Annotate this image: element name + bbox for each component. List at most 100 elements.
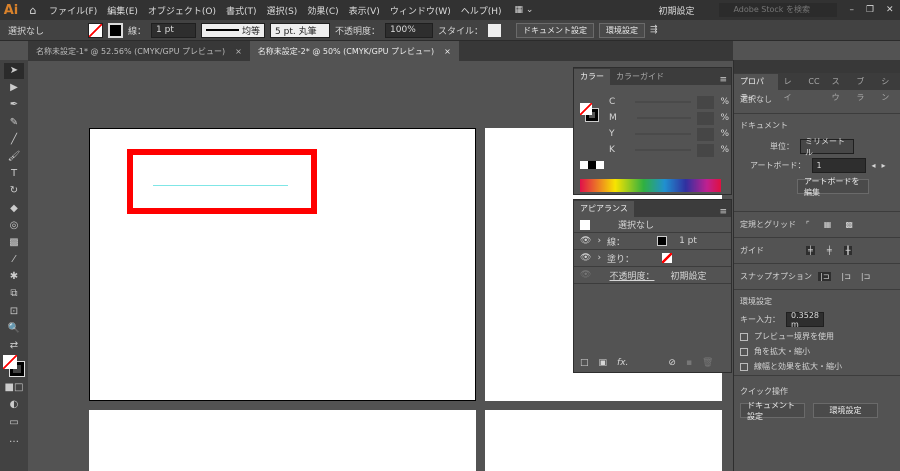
expand-icon[interactable]: › (597, 236, 601, 246)
prev-artboard-icon[interactable]: ◂ (872, 161, 876, 170)
type-tool-icon[interactable]: T (4, 166, 24, 182)
show-guides-icon[interactable]: ╪ (806, 246, 815, 255)
zoom-tool-icon[interactable]: 🔍 (4, 321, 24, 337)
style-swatch[interactable] (488, 23, 502, 37)
fill-stroke-swatch[interactable] (580, 103, 599, 122)
draw-mode-icon[interactable]: ◐ (4, 397, 24, 413)
clear-appearance-icon[interactable]: ⊘ (668, 358, 676, 368)
m-slider[interactable] (636, 117, 692, 119)
grid-icon[interactable]: ▦ (824, 220, 832, 229)
shape-builder-tool-icon[interactable]: ◎ (4, 218, 24, 234)
c-input[interactable] (696, 95, 715, 109)
puppet-warp-tool-icon[interactable]: ✱ (4, 269, 24, 285)
menu-select[interactable]: 選択(S) (262, 4, 303, 17)
arrange-documents-icon[interactable]: ▦ ⌄ (515, 5, 534, 15)
panel-menu-icon[interactable]: ≡ (715, 75, 731, 85)
smart-guides-icon[interactable]: ╫ (843, 246, 853, 255)
menu-effect[interactable]: 効果(C) (302, 4, 343, 17)
screen-mode-icon[interactable]: ▭ (4, 415, 24, 431)
close-button[interactable]: ✕ (886, 5, 894, 15)
tab-color[interactable]: カラー (574, 69, 610, 85)
stroke-profile-select[interactable]: 均等 (201, 22, 266, 38)
checkbox[interactable] (740, 332, 748, 341)
direct-selection-tool-icon[interactable]: ▶ (4, 80, 24, 96)
menu-file[interactable]: ファイル(F) (44, 4, 102, 17)
stroke-weight-value[interactable]: 1 pt (679, 236, 697, 246)
next-artboard-icon[interactable]: ▸ (882, 161, 886, 170)
checkbox[interactable] (740, 362, 748, 371)
color-mode-icons[interactable]: ■□ (4, 380, 24, 396)
stroke-swatch[interactable] (108, 22, 123, 38)
eyedropper-tool-icon[interactable]: ⁄ (4, 252, 24, 268)
preferences-button[interactable]: 環境設定 (599, 22, 646, 38)
search-input[interactable]: Adobe Stock を検索 (719, 3, 838, 17)
artboard-3[interactable] (89, 410, 476, 471)
k-input[interactable] (696, 143, 715, 157)
tab-layers[interactable]: レイ (778, 74, 803, 102)
tab-cc-libraries[interactable]: CC (802, 74, 825, 90)
menu-edit[interactable]: 編集(E) (102, 4, 143, 17)
tab-appearance[interactable]: アピアランス (574, 201, 634, 217)
snap-to-glyph-icon[interactable]: |⊐ (861, 272, 870, 281)
y-input[interactable] (696, 127, 715, 141)
menu-object[interactable]: オブジェクト(O) (143, 4, 221, 17)
expand-icon[interactable]: › (597, 253, 601, 263)
c-slider[interactable] (635, 101, 691, 103)
snap-to-point-icon[interactable]: |⊐ (818, 272, 832, 281)
opacity-attribute[interactable]: 不透明度： (609, 269, 654, 282)
y-slider[interactable] (635, 133, 691, 135)
gradient-tool-icon[interactable]: ▩ (4, 235, 24, 251)
add-fill-icon[interactable]: ▣ (599, 358, 608, 368)
fx-icon[interactable]: fx. (617, 358, 628, 368)
menu-window[interactable]: ウィンドウ(W) (385, 4, 456, 17)
menu-help[interactable]: ヘルプ(H) (456, 4, 507, 17)
tab-swatches[interactable]: スウ (826, 74, 851, 102)
fill-attribute[interactable]: 塗り： (607, 252, 634, 265)
opacity-input[interactable]: 100% (385, 22, 434, 38)
rotate-tool-icon[interactable]: ↻ (4, 183, 24, 199)
tab-document-2[interactable]: 名称未設定-2* @ 50% (CMYK/GPU プレビュー) × (249, 41, 459, 61)
color-spectrum[interactable] (580, 179, 721, 192)
units-select[interactable]: ミリメートル (800, 137, 854, 157)
close-tab-icon[interactable]: × (444, 47, 451, 56)
artboard-select[interactable]: 1 (811, 158, 866, 173)
arrange-icon[interactable]: ⇶ (650, 25, 658, 35)
snap-to-pixel-icon[interactable]: |⊐ (841, 272, 850, 281)
curvature-tool-icon[interactable]: ✎ (4, 115, 24, 131)
artboard-tool-icon[interactable]: ⊡ (4, 304, 24, 320)
add-stroke-icon[interactable]: □ (580, 358, 589, 368)
key-increment-input[interactable]: 0.3528 m (786, 311, 824, 329)
none-black-white-swatches[interactable] (580, 161, 604, 169)
workspace-switcher[interactable]: 初期設定 (653, 4, 699, 17)
restore-button[interactable]: ❐ (866, 5, 874, 15)
line-tool-icon[interactable]: ╱ (4, 132, 24, 148)
paintbrush-tool-icon[interactable]: 🖌 (4, 149, 24, 165)
m-input[interactable] (697, 111, 715, 125)
pen-tool-icon[interactable]: ✒ (4, 97, 24, 113)
blend-tool-icon[interactable]: ⧉ (4, 286, 24, 302)
transparency-grid-icon[interactable]: ▩ (845, 220, 853, 229)
preferences-button[interactable]: 環境設定 (813, 403, 878, 418)
edit-artboards-button[interactable]: アートボードを編集 (797, 177, 869, 197)
lock-guides-icon[interactable]: ╪ (827, 246, 832, 255)
eraser-tool-icon[interactable]: ◆ (4, 201, 24, 217)
fill-stroke-indicator[interactable] (3, 355, 25, 378)
swap-colors-icon[interactable]: ⇄ (4, 338, 24, 354)
k-slider[interactable] (635, 149, 691, 151)
tab-color-guide[interactable]: カラーガイド (610, 69, 670, 85)
tab-symbols[interactable]: シン (875, 74, 900, 102)
panel-menu-icon[interactable]: ≡ (715, 207, 731, 217)
tab-properties[interactable]: プロパティ (734, 74, 778, 102)
eye-icon[interactable]: 👁 (580, 253, 591, 263)
minimize-button[interactable]: – (849, 5, 854, 15)
checkbox[interactable] (740, 347, 748, 356)
stroke-weight-input[interactable]: 1 pt (151, 22, 197, 38)
more-tools-icon[interactable]: … (4, 432, 24, 448)
close-tab-icon[interactable]: × (235, 47, 242, 56)
tab-brushes[interactable]: ブラ (850, 74, 875, 102)
rulers-icon[interactable]: ⌜ (806, 220, 810, 229)
brush-select[interactable]: 5 pt. 丸筆 (270, 22, 331, 38)
artboard-4[interactable] (485, 410, 722, 471)
selection-tool-icon[interactable]: ➤ (4, 63, 24, 79)
selected-line[interactable] (153, 185, 288, 186)
